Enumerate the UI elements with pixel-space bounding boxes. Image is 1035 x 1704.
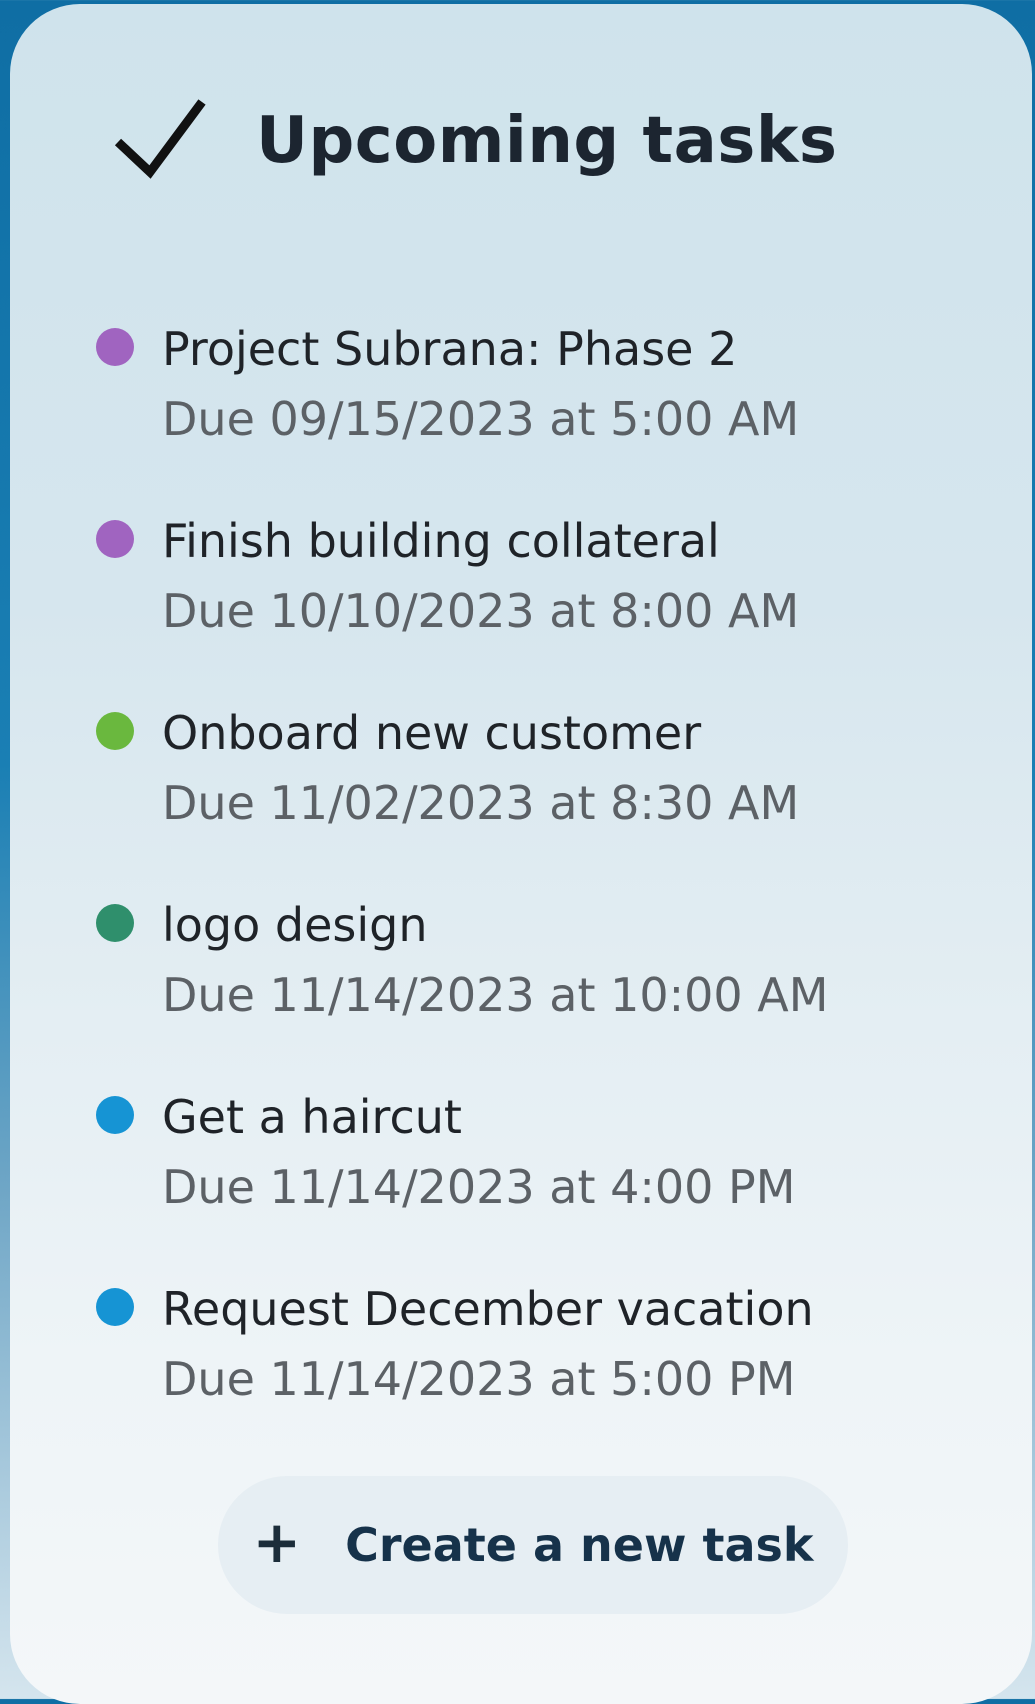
card-title: Upcoming tasks — [256, 104, 838, 178]
create-new-task-button[interactable]: + Create a new task — [218, 1476, 848, 1614]
task-due-date: Due 11/02/2023 at 8:30 AM — [162, 776, 800, 830]
task-list: Project Subrana: Phase 2 Due 09/15/2023 … — [94, 322, 974, 1474]
upcoming-tasks-card: Upcoming tasks Project Subrana: Phase 2 … — [10, 4, 1032, 1704]
task-color-dot — [96, 328, 134, 366]
task-due-date: Due 11/14/2023 at 10:00 AM — [162, 968, 829, 1022]
task-title: Request December vacation — [162, 1282, 814, 1336]
task-color-dot — [96, 1288, 134, 1326]
task-title: Onboard new customer — [162, 706, 702, 760]
task-title: Project Subrana: Phase 2 — [162, 322, 738, 376]
task-title: Get a haircut — [162, 1090, 462, 1144]
checkmark-icon — [114, 96, 210, 186]
card-header: Upcoming tasks — [114, 96, 838, 186]
task-due-date: Due 09/15/2023 at 5:00 AM — [162, 392, 800, 446]
create-new-task-label: Create a new task — [345, 1518, 814, 1572]
plus-icon: + — [252, 1508, 302, 1576]
task-title: logo design — [162, 898, 428, 952]
task-title: Finish building collateral — [162, 514, 720, 568]
task-due-date: Due 10/10/2023 at 8:00 AM — [162, 584, 800, 638]
task-due-date: Due 11/14/2023 at 5:00 PM — [162, 1352, 796, 1406]
task-item[interactable]: Onboard new customer Due 11/02/2023 at 8… — [94, 706, 974, 898]
task-item[interactable]: Project Subrana: Phase 2 Due 09/15/2023 … — [94, 322, 974, 514]
task-item[interactable]: Get a haircut Due 11/14/2023 at 4:00 PM — [94, 1090, 974, 1282]
task-item[interactable]: Finish building collateral Due 10/10/202… — [94, 514, 974, 706]
task-color-dot — [96, 520, 134, 558]
task-due-date: Due 11/14/2023 at 4:00 PM — [162, 1160, 796, 1214]
task-item[interactable]: Request December vacation Due 11/14/2023… — [94, 1282, 974, 1474]
task-item[interactable]: logo design Due 11/14/2023 at 10:00 AM — [94, 898, 974, 1090]
task-color-dot — [96, 712, 134, 750]
task-color-dot — [96, 904, 134, 942]
task-color-dot — [96, 1096, 134, 1134]
